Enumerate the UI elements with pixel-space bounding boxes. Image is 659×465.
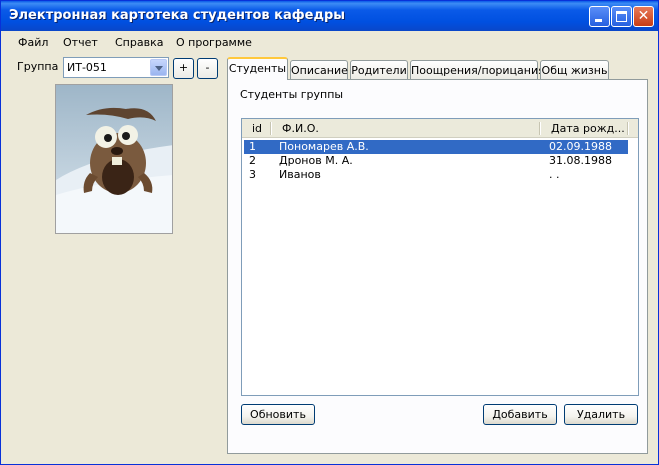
refresh-button[interactable]: Обновить (241, 404, 315, 425)
table-row[interactable]: 3 Иванов . . (244, 168, 628, 182)
remove-group-button[interactable]: - (197, 58, 218, 79)
title-bar[interactable]: Электронная картотека студентов кафедры … (1, 1, 658, 31)
tab-label: Родители (351, 64, 407, 77)
row-dob: 02.09.1988 (549, 140, 612, 153)
column-header-dob[interactable]: Дата рожд... (541, 119, 629, 137)
row-name: Пономарев А.В. (279, 140, 369, 153)
tab-label: Поощрения/порицания (411, 64, 545, 77)
column-header-name[interactable]: Ф.И.О. (272, 119, 541, 137)
row-name: Иванов (279, 168, 321, 181)
chevron-down-icon (155, 66, 163, 71)
tab-label: Описание (291, 64, 348, 77)
panel-caption: Студенты группы (240, 88, 344, 101)
row-dob: . . (549, 168, 560, 181)
maximize-button[interactable] (611, 6, 632, 27)
dropdown-button[interactable] (150, 59, 167, 76)
group-label: Группа (17, 60, 59, 73)
tab-label: Студенты (228, 62, 287, 75)
table-row[interactable]: 1 Пономарев А.В. 02.09.1988 (244, 140, 628, 154)
tab-rewards[interactable]: Поощрения/порицания (410, 60, 545, 79)
column-label: Дата рожд... (551, 122, 625, 135)
students-panel: Студенты группы id Ф.И.О. Дата рожд... 1… (227, 79, 648, 454)
menu-help[interactable]: Справка (115, 36, 163, 49)
photo-image (56, 85, 172, 233)
list-header: id Ф.И.О. Дата рожд... (242, 119, 638, 138)
student-photo (55, 84, 173, 234)
column-header-id[interactable]: id (242, 119, 272, 137)
add-student-button[interactable]: Добавить (483, 404, 557, 425)
tab-students[interactable]: Студенты (227, 57, 288, 80)
minimize-icon (595, 19, 602, 22)
row-name: Дронов М. А. (279, 154, 353, 167)
tab-label: Общ жизнь (541, 64, 608, 77)
row-id: 2 (249, 154, 256, 167)
students-list[interactable]: id Ф.И.О. Дата рожд... 1 Пономарев А.В. … (241, 118, 639, 396)
column-label: Ф.И.О. (282, 122, 319, 135)
row-id: 3 (249, 168, 256, 181)
tab-parents[interactable]: Родители (350, 60, 408, 79)
table-row[interactable]: 2 Дронов М. А. 31.08.1988 (244, 154, 628, 168)
column-label: id (252, 122, 263, 135)
menu-bar: Файл Отчет Справка О программе (4, 32, 656, 52)
menu-about[interactable]: О программе (176, 36, 252, 49)
tab-social-life[interactable]: Общ жизнь (540, 60, 609, 79)
group-select[interactable]: ИТ-051 (63, 57, 169, 78)
close-button[interactable]: ✕ (633, 6, 654, 27)
menu-report[interactable]: Отчет (63, 36, 98, 49)
row-dob: 31.08.1988 (549, 154, 612, 167)
close-icon: ✕ (637, 8, 650, 24)
group-select-value: ИТ-051 (67, 61, 107, 74)
column-separator (627, 122, 629, 135)
tab-description[interactable]: Описание (290, 60, 348, 79)
main-window: Электронная картотека студентов кафедры … (0, 0, 659, 465)
row-id: 1 (249, 140, 256, 153)
minimize-button[interactable] (589, 6, 610, 27)
add-group-button[interactable]: + (173, 58, 194, 79)
maximize-icon (616, 11, 627, 22)
delete-student-button[interactable]: Удалить (564, 404, 638, 425)
menu-file[interactable]: Файл (18, 36, 48, 49)
window-title: Электронная картотека студентов кафедры (9, 8, 346, 23)
